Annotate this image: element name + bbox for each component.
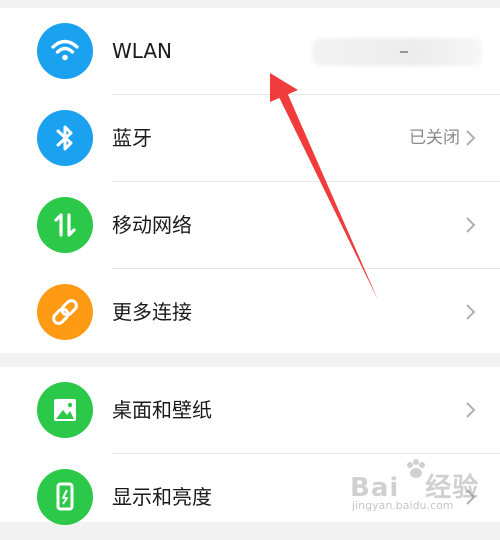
paw-icon <box>407 459 425 478</box>
chevron-right-icon <box>466 402 476 418</box>
settings-row-mobile-network[interactable]: 移动网络 <box>0 182 500 268</box>
wlan-network-name-blurred <box>312 38 482 66</box>
mobile-data-icon <box>37 197 93 253</box>
bluetooth-icon <box>37 110 93 166</box>
settings-row-more-connections[interactable]: 更多连接 <box>0 269 500 355</box>
baidu-watermark: Bai 经验 jingyan.baidu.com <box>350 457 480 517</box>
settings-row-wlan[interactable]: WLAN <box>0 8 500 94</box>
watermark-url: jingyan.baidu.com <box>352 499 454 512</box>
connectivity-settings-group: WLAN 蓝牙 已关闭 移动网络 更多连接 <box>0 8 500 353</box>
link-icon <box>37 284 93 340</box>
chevron-right-icon <box>466 217 476 233</box>
mobile-network-label: 移动网络 <box>112 213 192 237</box>
wlan-label: WLAN <box>112 39 173 63</box>
settings-row-bluetooth[interactable]: 蓝牙 已关闭 <box>0 95 500 181</box>
chevron-right-icon <box>466 304 476 320</box>
bluetooth-status: 已关闭 <box>409 128 460 148</box>
wifi-icon <box>37 23 93 79</box>
chevron-right-icon <box>466 130 476 146</box>
display-label: 显示和亮度 <box>112 485 212 509</box>
wallpaper-icon <box>37 382 93 438</box>
wallpaper-label: 桌面和壁纸 <box>112 398 212 422</box>
bluetooth-label: 蓝牙 <box>112 126 152 150</box>
settings-row-wallpaper[interactable]: 桌面和壁纸 <box>0 367 500 453</box>
more-connections-label: 更多连接 <box>112 300 192 324</box>
display-icon <box>37 469 93 525</box>
wlan-status-mark <box>400 51 408 53</box>
